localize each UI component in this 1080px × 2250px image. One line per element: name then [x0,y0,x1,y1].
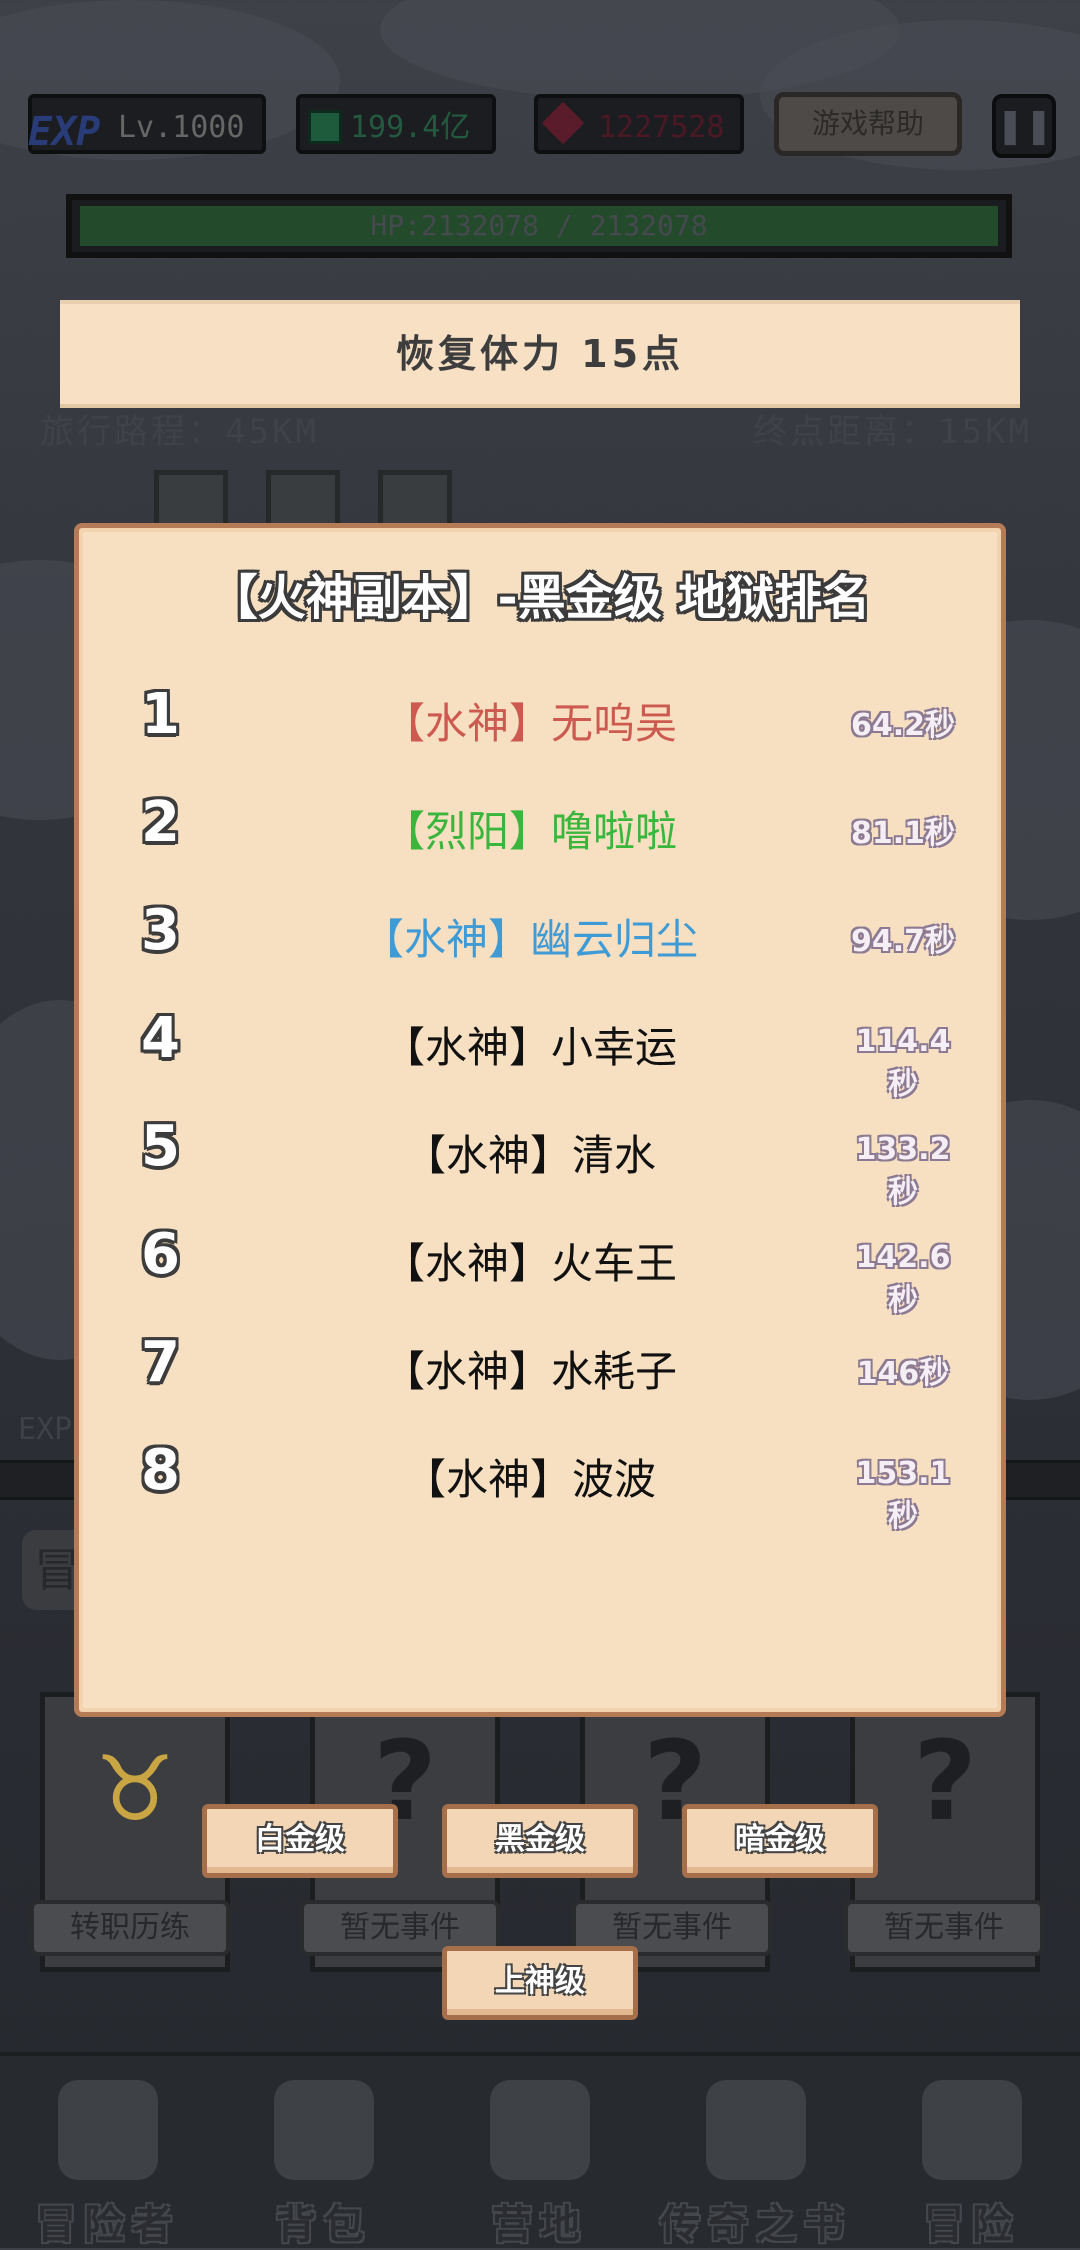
ranking-row: 1 【水神】无呜吴 64.2秒 [79,664,1001,764]
ranking-row: 5 【水神】清水 133.2秒 [79,1096,1001,1210]
camp-icon [490,2080,590,2180]
remaining-distance: 终点距离：15KM [753,412,1032,452]
ranking-dialog: 【火神副本】-黑金级 地狱排名 1 【水神】无呜吴 64.2秒 2 【烈阳】噜啦啦 81.… [74,523,1006,1717]
rank-number: 3 [141,898,180,963]
sword-icon [922,2080,1022,2180]
helmet-icon [58,2080,158,2180]
clear-time: 64.2秒 [850,708,956,743]
clear-time: 133.2秒 [855,1132,951,1210]
rank-number: 1 [141,682,180,747]
ranking-row: 6 【水神】火车王 142.6秒 [79,1204,1001,1318]
dialog-title: 【火神副本】-黑金级 地狱排名 [209,570,871,626]
clear-time: 142.6秒 [855,1240,951,1318]
clear-time: 153.1秒 [855,1456,951,1534]
player-name: 【烈阳】噜啦啦 [382,807,677,856]
player-name: 【水神】清水 [403,1131,656,1180]
nav-camp[interactable]: 营地 [432,2056,648,2248]
nav-label: 营地 [492,2202,588,2248]
rank-number: 4 [141,1006,180,1071]
rank-number: 7 [141,1330,180,1395]
taurus-emblem-icon: ♉ [94,1737,176,1842]
clear-time: 146秒 [856,1356,950,1391]
ruby-count: 1227528 [598,110,725,145]
player-name: 【水神】小幸运 [382,1023,677,1072]
ranking-row: 3 【水神】幽云归尘 94.7秒 [79,880,1001,980]
player-name: 【水神】幽云归尘 [361,915,698,964]
hp-text: HP:2132078 / 2132078 [370,209,708,242]
gem-counter: 199.4亿 [296,94,496,154]
nav-bag[interactable]: 背包 [216,2056,432,2248]
gem-count: 199.4亿 [350,110,471,145]
ranking-row: 4 【水神】小幸运 114.4秒 [79,988,1001,1102]
pause-button[interactable]: ❚❚ [992,94,1056,158]
job-change-label: 转职历练 [30,1900,230,1956]
game-help-button[interactable]: 游戏帮助 [774,92,962,156]
ranking-row: 7 【水神】水耗子 146秒 [79,1312,1001,1412]
level-display: EXP Lv.1000 [28,94,266,155]
nav-label: 冒险 [924,2202,1020,2248]
player-name: 【水神】无呜吴 [382,699,677,748]
exp-bar-label: EXP [18,1412,73,1447]
question-mark-icon: ? [913,1717,977,1845]
book-icon [706,2080,806,2180]
hp-bar: HP:2132078 / 2132078 [66,194,1012,258]
nav-adventurer[interactable]: 冒险者 [0,2056,216,2248]
ranking-row: 8 【水神】波波 153.1秒 [79,1420,1001,1534]
nav-legend-book[interactable]: 传奇之书 [648,2056,864,2248]
nav-label: 背包 [276,2202,372,2248]
rank-number: 2 [141,790,180,855]
player-name: 【水神】火车王 [382,1239,677,1288]
tier-platinum-button[interactable]: 白金级 [202,1804,398,1878]
tier-upper-god-button[interactable]: 上神级 [442,1946,638,2020]
bottom-navigation: 冒险者 背包 营地 传奇之书 冒险 [0,2052,1080,2248]
pause-icon: ❚❚ [996,106,1053,146]
nav-label: 冒险者 [36,2202,180,2248]
no-event-label: 暂无事件 [844,1900,1044,1956]
exp-badge-icon: EXP [28,109,101,155]
tier-black-gold-button[interactable]: 黑金级 [442,1804,638,1878]
clear-time: 94.7秒 [850,924,956,959]
traveled-distance: 旅行路程：45KM [40,412,319,452]
recover-stamina-toast: 恢复体力 15点 [60,300,1020,408]
rank-number: 6 [141,1222,180,1287]
ruby-icon [541,101,585,145]
player-name: 【水神】波波 [403,1455,656,1504]
bag-icon [274,2080,374,2180]
nav-adventure[interactable]: 冒险 [864,2056,1080,2248]
clear-time: 114.4秒 [855,1024,951,1102]
rank-number: 5 [141,1114,180,1179]
player-name: 【水神】水耗子 [382,1347,677,1396]
ranking-row: 2 【烈阳】噜啦啦 81.1秒 [79,772,1001,872]
nav-label: 传奇之书 [660,2202,852,2248]
level-text: Lv.1000 [118,110,245,145]
tier-dark-gold-button[interactable]: 暗金级 [682,1804,878,1878]
clear-time: 81.1秒 [850,816,956,851]
ruby-counter: 1227528 [534,94,744,154]
rank-number: 8 [141,1438,180,1503]
emerald-icon [308,110,342,144]
